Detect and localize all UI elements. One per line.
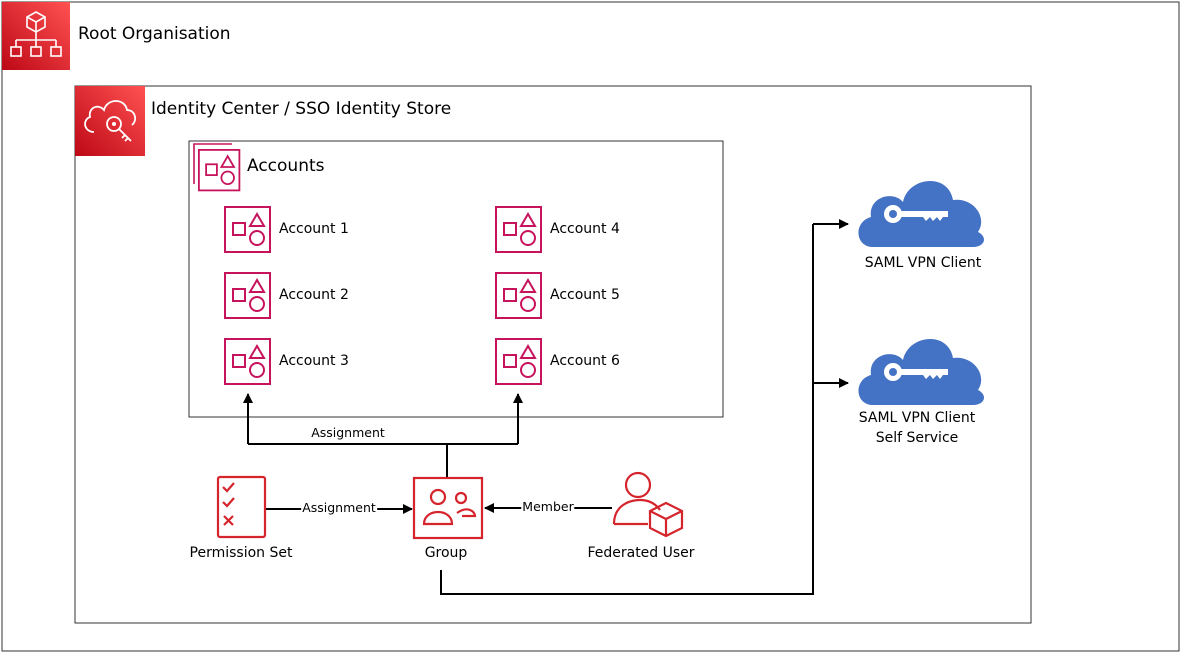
accounts-title: Accounts xyxy=(247,156,325,176)
accounts-group-icon xyxy=(193,143,241,192)
permission-set-label: Permission Set xyxy=(189,545,293,561)
account-6-label: Account 6 xyxy=(550,353,620,369)
architecture-diagram: Root Organisation Identity Center / SSO … xyxy=(0,0,1182,653)
saml-vpn-client-label: SAML VPN Client xyxy=(864,255,982,271)
federated-user-label: Federated User xyxy=(587,545,695,561)
account-5-icon xyxy=(495,272,542,319)
user-to-group-label: Member xyxy=(521,499,575,514)
group-to-accounts-connector xyxy=(248,443,518,477)
organization-icon xyxy=(2,2,70,70)
cloud-key-icon xyxy=(75,86,145,156)
account-4-label: Account 4 xyxy=(550,221,620,237)
permission-set-icon xyxy=(216,475,267,539)
group-icon xyxy=(412,476,484,540)
account-3-icon xyxy=(224,338,271,385)
account-6-icon xyxy=(495,338,542,385)
federated-user-icon xyxy=(612,471,684,538)
permset-to-group-label: Assignment xyxy=(301,500,377,515)
saml-vpn-self-service-label-2: Self Service xyxy=(875,430,959,446)
account-3-label: Account 3 xyxy=(279,353,349,369)
account-1-label: Account 1 xyxy=(279,221,349,237)
account-4-icon xyxy=(495,206,542,253)
account-2-label: Account 2 xyxy=(279,287,349,303)
account-1-icon xyxy=(224,206,271,253)
saml-vpn-self-service-icon xyxy=(858,339,985,405)
group-to-accounts-label: Assignment xyxy=(310,425,386,440)
account-5-label: Account 5 xyxy=(550,287,620,303)
identity-store-title: Identity Center / SSO Identity Store xyxy=(151,99,452,119)
account-2-icon xyxy=(224,272,271,319)
root-organisation-title: Root Organisation xyxy=(78,24,231,44)
saml-vpn-client-icon xyxy=(858,181,985,247)
saml-vpn-self-service-label-1: SAML VPN Client xyxy=(858,410,976,426)
group-label: Group xyxy=(424,545,468,561)
